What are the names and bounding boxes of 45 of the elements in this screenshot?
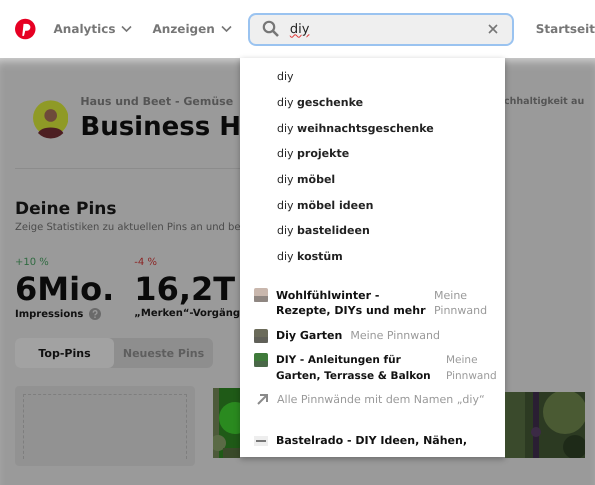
suggestion-item[interactable]: diy	[240, 64, 505, 90]
stat-value: 6Mio.	[15, 270, 116, 308]
search-icon	[262, 20, 280, 38]
section-heading: Deine Pins	[15, 199, 118, 219]
logo-icon[interactable]	[15, 17, 36, 41]
arrow-icon	[256, 392, 269, 406]
nav-menu[interactable]: Analytics	[54, 22, 132, 36]
nav-menu[interactable]: Anzeigen	[152, 22, 232, 36]
board-title: Diy Garten	[276, 328, 342, 344]
stat-label: „Merken“-Vorgäng	[134, 308, 240, 319]
profile-title: Business H	[80, 112, 240, 142]
board-title: Bastelrado - DIY Ideen, Nähen,	[276, 432, 468, 449]
suggestion-item[interactable]: diy kostüm	[240, 244, 505, 270]
board-result[interactable]: Wohlfühlwinter - Rezepte, DIYs und mehr Meine Pinnwand	[240, 288, 505, 320]
board-owner: Meine Pinnwand	[446, 353, 498, 384]
chevron-icon	[220, 25, 232, 33]
board-title: DIY - Anleitungen für Garten, Terrasse & Balkon	[276, 353, 432, 384]
search-value: diy	[290, 22, 310, 36]
board-thumbnail	[254, 353, 268, 368]
suggestion-item[interactable]: diy möbel ideen	[240, 192, 505, 218]
board-thumbnail	[254, 436, 268, 446]
board-owner: Meine Pinnwand	[350, 328, 440, 344]
board-result[interactable]: Diy Garten Meine Pinnwand	[240, 328, 505, 344]
suggestion-item[interactable]: diy bastelideen	[240, 218, 505, 244]
board-result[interactable]: Bastelrado - DIY Ideen, Nähen,	[240, 432, 505, 449]
suggestion-item[interactable]: diy geschenke	[240, 90, 505, 116]
board-result[interactable]: DIY - Anleitungen für Garten, Terrasse & Balkon Meine Pinnwand	[240, 353, 505, 384]
stat-change: -4 %	[134, 257, 158, 268]
stat-label: Impressions	[15, 308, 84, 320]
search-field[interactable]: diy	[248, 12, 514, 46]
board-thumbnail	[254, 329, 268, 344]
board-title: Wohlfühlwinter - Rezepte, DIYs und mehr	[276, 288, 426, 320]
board-thumbnail	[254, 288, 268, 302]
suggestion-item[interactable]: diy möbel	[240, 166, 505, 192]
section-description: Zeige Statistiken zu aktuellen Pins an und be	[15, 222, 240, 233]
stat-value: 16,2T	[134, 270, 236, 308]
suggestion-item[interactable]: diy weihnachtsgeschenke	[240, 115, 505, 142]
close-icon[interactable]	[488, 24, 498, 34]
chevron-icon	[121, 25, 132, 33]
profile-subtitle: Haus und Beet - Gemüse	[80, 94, 234, 108]
tab[interactable]: Top-Pins	[15, 338, 114, 368]
suggestion-item[interactable]: diy projekte	[240, 141, 505, 167]
nav-link[interactable]: Startseit	[536, 22, 595, 36]
stat-change: +10 %	[15, 257, 50, 268]
board-owner: Meine Pinnwand	[434, 288, 488, 320]
